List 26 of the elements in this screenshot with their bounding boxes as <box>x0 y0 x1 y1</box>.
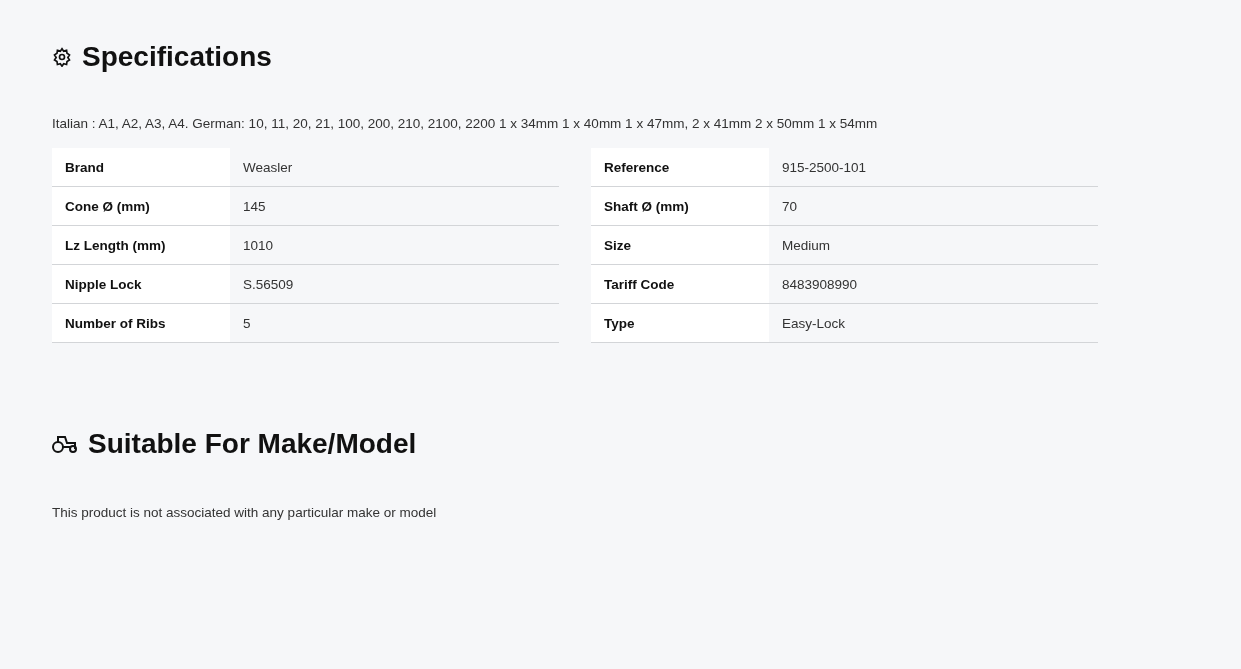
spec-label: Number of Ribs <box>52 304 230 342</box>
spec-value: Weasler <box>242 158 294 177</box>
section-description: This product is not associated with any particular make or model <box>52 505 438 520</box>
spec-value: 8483908990 <box>781 275 859 294</box>
spec-value: 1010 <box>242 236 275 255</box>
spec-value: 915-2500-101 <box>781 158 868 177</box>
spec-label: Lz Length (mm) <box>52 226 230 264</box>
spec-label: Reference <box>591 148 769 186</box>
spec-value: 5 <box>242 314 252 333</box>
tractor-icon <box>52 434 78 454</box>
section-heading: Specifications <box>82 41 272 73</box>
settings-icon <box>52 47 72 67</box>
spec-value: Medium <box>781 236 831 255</box>
section-description: Italian : A1, A2, A3, A4. German: 10, 11, 20, 21, 100, 200, 210, 2100, 2200 1 x 34mm 1 x 40mm 1 x 47mm, 2 x 41mm 2 x 50mm 1 x 54mm <box>52 116 879 131</box>
spec-label: Type <box>591 304 769 342</box>
spec-label: Cone Ø (mm) <box>52 187 230 225</box>
spec-label: Brand <box>52 148 230 186</box>
spec-label: Tariff Code <box>591 265 769 303</box>
spec-label: Nipple Lock <box>52 265 230 303</box>
spec-value: Easy-Lock <box>781 314 847 333</box>
spec-label: Size <box>591 226 769 264</box>
section-heading: Suitable For Make/Model <box>88 428 417 460</box>
spec-label: Shaft Ø (mm) <box>591 187 769 225</box>
spec-value: 70 <box>781 197 799 216</box>
spec-value: 145 <box>242 197 267 216</box>
spec-value: S.56509 <box>242 275 295 294</box>
